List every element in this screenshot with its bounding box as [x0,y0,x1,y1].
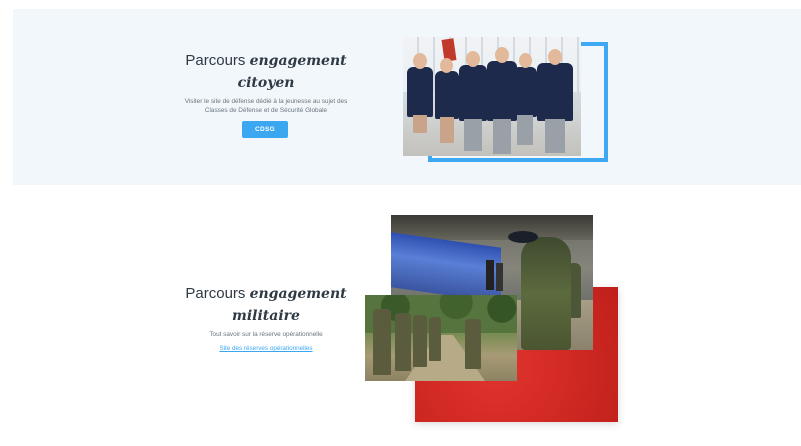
beret [508,231,538,243]
cadets-photo [403,37,581,156]
photo-frame-blue-top [580,42,608,46]
military-title: Parcours engagement militaire [185,285,347,324]
field-soldiers-photo [365,295,517,381]
military-description: Tout savoir sur la réserve opérationnell… [209,331,323,338]
cdsg-button[interactable]: CDSG [242,121,288,138]
reserves-site-link[interactable]: Site des réserves opérationnelles [180,345,352,352]
citizen-description: Visiter le site de défense dédié à la je… [184,98,348,114]
citizen-title: Parcours engagement citoyen [185,52,347,91]
photo-frame-blue-left [428,155,432,162]
